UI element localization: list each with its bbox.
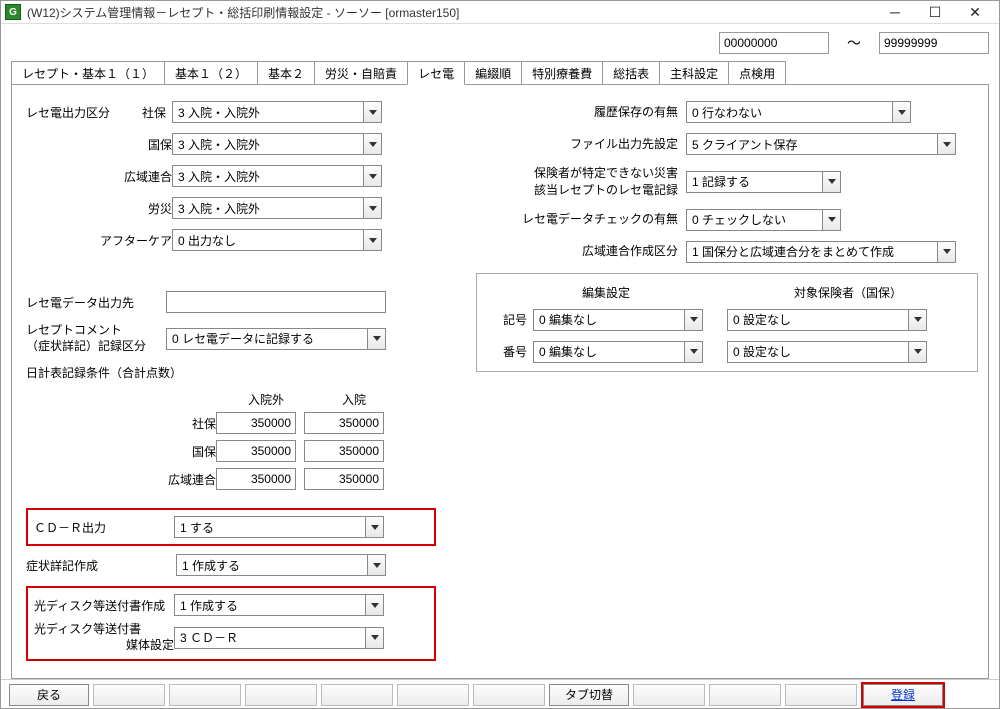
combo-disk[interactable]: 1 作成する [174,594,384,616]
tab-order[interactable]: 編綴順 [464,61,522,85]
combo-koiki-create[interactable]: 1 国保分と広域連合分をまとめて作成 [686,241,956,263]
chevron-down-icon[interactable] [367,555,385,575]
chevron-down-icon[interactable] [684,342,702,362]
tab-summary[interactable]: 総括表 [602,61,660,85]
footer-blank-7[interactable] [633,684,705,706]
maximize-button[interactable]: ☐ [915,1,955,23]
combo-comment[interactable]: 0 レセ電データに記録する [166,328,386,350]
close-button[interactable]: ✕ [955,1,995,23]
chevron-down-icon[interactable] [363,198,381,218]
highlight-cdr: ＣＤ－Ｒ出力 1 する [26,508,436,546]
tab-shuka[interactable]: 主科設定 [659,61,729,85]
footer-blank-5[interactable] [397,684,469,706]
combo-file-output[interactable]: 5 クライアント保存 [686,133,956,155]
output-dest-input[interactable] [166,291,386,313]
chevron-down-icon[interactable] [365,595,383,615]
combo-kigou-edit[interactable]: 0 編集なし [533,309,703,331]
combo-kigou-target[interactable]: 0 設定なし [727,309,927,331]
combo-kokuho[interactable]: 3 入院・入院外 [172,133,382,155]
tab-basic1-1[interactable]: レセプト・基本１（１） [11,61,165,85]
combo-shaho[interactable]: 3 入院・入院外 [172,101,382,123]
tab-basic1-2[interactable]: 基本１（２） [164,61,258,85]
footer-blank-9[interactable] [785,684,857,706]
chevron-down-icon[interactable] [365,517,383,537]
chevron-down-icon[interactable] [363,230,381,250]
shaho-in-input[interactable] [304,412,384,434]
kokuho-out-input[interactable] [216,440,296,462]
combo-cdr[interactable]: 1 する [174,516,384,538]
chevron-down-icon[interactable] [363,102,381,122]
combo-bangou-target[interactable]: 0 設定なし [727,341,927,363]
footer-blank-6[interactable] [473,684,545,706]
combo-rosai[interactable]: 3 入院・入院外 [172,197,382,219]
koiki-in-input[interactable] [304,468,384,490]
kokuho-in-input[interactable] [304,440,384,462]
combo-aftercare[interactable]: 0 出力なし [172,229,382,251]
footer-blank-1[interactable] [93,684,165,706]
combo-rireki[interactable]: 0 行なわない [686,101,911,123]
app-icon: G [5,4,21,20]
tab-basic2[interactable]: 基本２ [257,61,315,85]
range-separator: ～ [847,33,861,53]
shaho-out-input[interactable] [216,412,296,434]
koiki-out-input[interactable] [216,468,296,490]
tab-reseden[interactable]: レセ電 [407,61,465,85]
label-output-class: レセ電出力区分 [26,104,124,121]
highlight-register: 登録 [861,682,945,708]
footer-blank-8[interactable] [709,684,781,706]
combo-shouki[interactable]: 1 作成する [176,554,386,576]
highlight-disk: 光ディスク等送付書作成 1 作成する 光ディスク等送付書媒体設定 3 ＣＤ－Ｒ [26,586,436,661]
combo-check[interactable]: 0 チェックしない [686,209,841,231]
chevron-down-icon[interactable] [908,342,926,362]
chevron-down-icon[interactable] [684,310,702,330]
footer-blank-4[interactable] [321,684,393,706]
chevron-down-icon[interactable] [892,102,910,122]
chevron-down-icon[interactable] [363,134,381,154]
chevron-down-icon[interactable] [822,210,840,230]
tab-rosai[interactable]: 労災・自賠責 [314,61,408,85]
combo-bangou-edit[interactable]: 0 編集なし [533,341,703,363]
chevron-down-icon[interactable] [367,329,385,349]
footer-blank-2[interactable] [169,684,241,706]
back-button[interactable]: 戻る [9,684,89,706]
chevron-down-icon[interactable] [937,134,955,154]
chevron-down-icon[interactable] [937,242,955,262]
footer-blank-3[interactable] [245,684,317,706]
window-title: (W12)システム管理情報－レセプト・総括印刷情報設定 - ソーソー [orma… [27,4,875,21]
chevron-down-icon[interactable] [822,172,840,192]
chevron-down-icon[interactable] [908,310,926,330]
minimize-button[interactable]: ─ [875,1,915,23]
tab-special[interactable]: 特別療養費 [521,61,603,85]
register-button[interactable]: 登録 [863,684,943,706]
combo-koiki[interactable]: 3 入院・入院外 [172,165,382,187]
chevron-down-icon[interactable] [365,628,383,648]
combo-media[interactable]: 3 ＣＤ－Ｒ [174,627,384,649]
range-to-input[interactable] [879,32,989,54]
tab-switch-button[interactable]: タブ切替 [549,684,629,706]
range-from-input[interactable] [719,32,829,54]
chevron-down-icon[interactable] [363,166,381,186]
tab-inspection[interactable]: 点検用 [728,61,786,85]
combo-saigai[interactable]: 1 記録する [686,171,841,193]
